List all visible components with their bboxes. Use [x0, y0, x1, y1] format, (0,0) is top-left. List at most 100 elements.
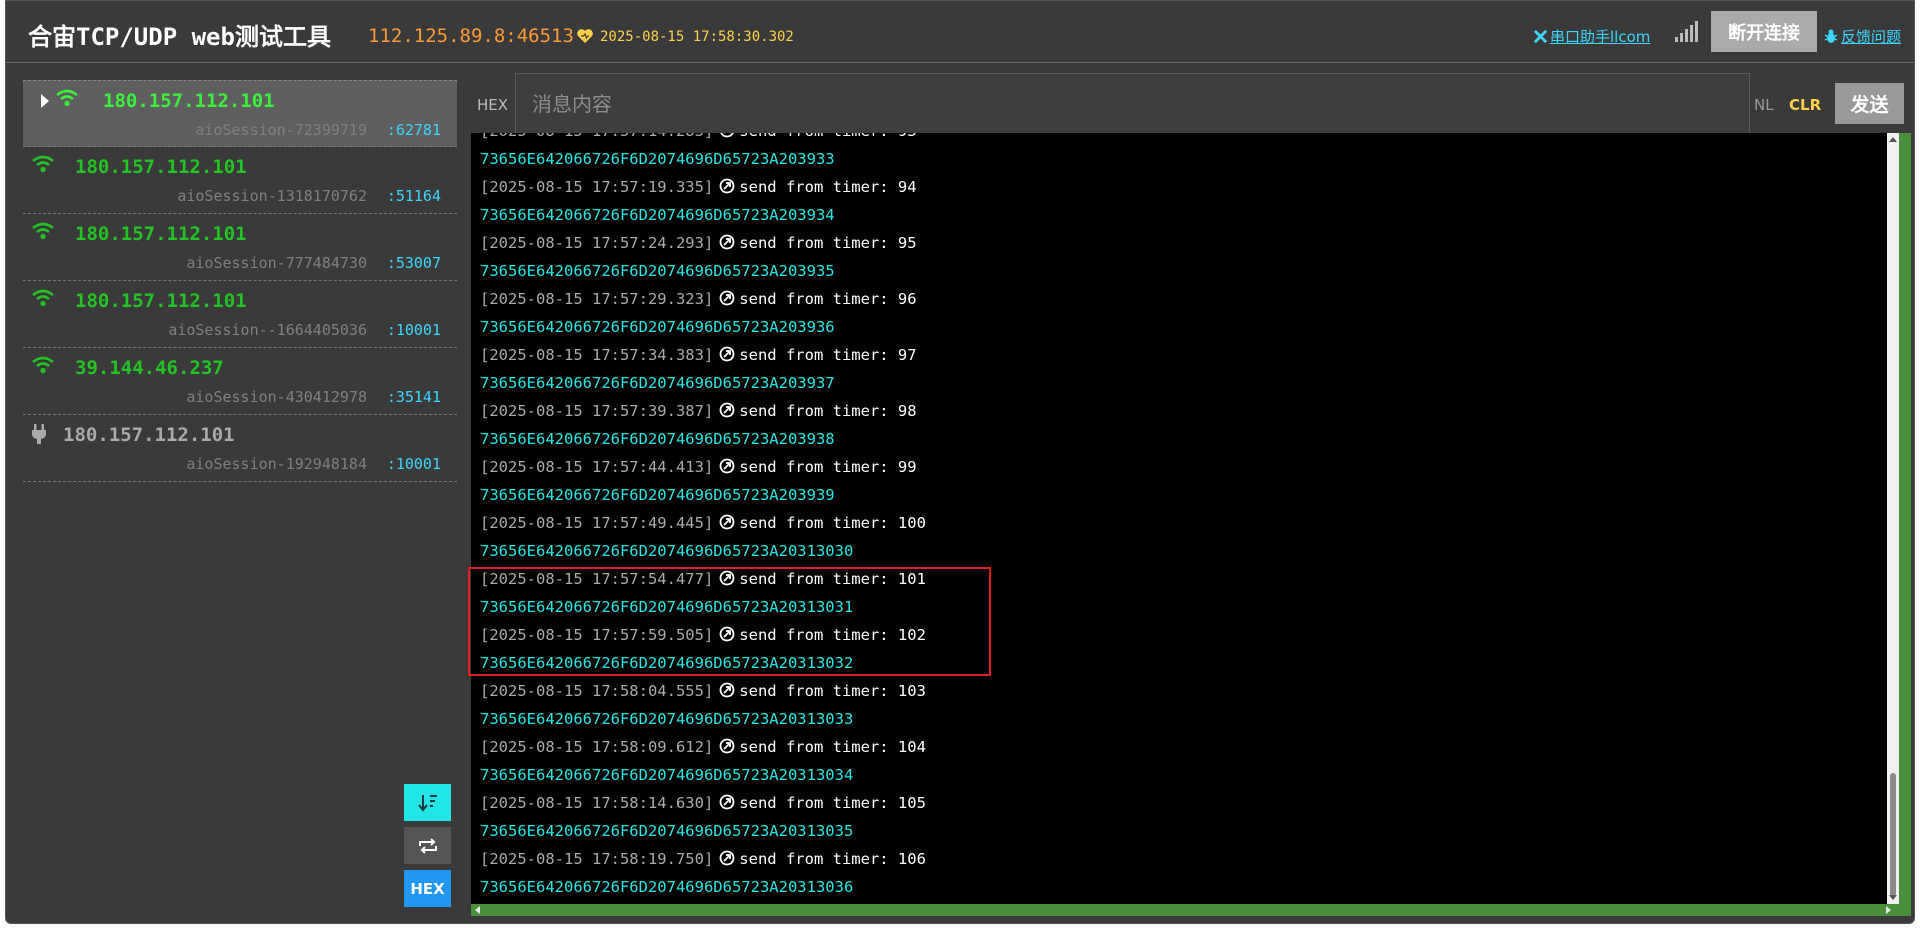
log-hex: 73656E642066726F6D2074696D65723A203935	[480, 262, 835, 280]
serial-assistant-label: 串口助手llcom	[1550, 28, 1651, 46]
session-id: aioSession-72399719	[195, 121, 367, 139]
log-message: send from timer: 96	[739, 290, 917, 308]
send-icon	[719, 567, 735, 586]
log-entry: [2025-08-15 17:57:49.445] send from timer…	[480, 509, 926, 537]
session-port: :10001	[386, 321, 441, 339]
log-timestamp: [2025-08-15 17:58:14.630]	[480, 794, 714, 812]
log-message: send from timer: 102	[739, 626, 926, 644]
repeat-button[interactable]	[404, 827, 451, 864]
feedback-link[interactable]: 反馈问题	[1824, 26, 1901, 47]
log-area[interactable]: [2025-08-15 17:57:14.283] send from timer…	[471, 133, 1899, 904]
serial-assistant-link[interactable]: 串口助手llcom	[1533, 26, 1650, 47]
wifi-icon	[32, 289, 54, 307]
log-hex: 73656E642066726F6D2074696D65723A20313033	[480, 710, 854, 728]
log-timestamp: [2025-08-15 17:58:19.750]	[480, 850, 714, 868]
feedback-label: 反馈问题	[1841, 28, 1902, 46]
log-hex: 73656E642066726F6D2074696D65723A20313034	[480, 766, 854, 784]
log-message: send from timer: 95	[739, 234, 917, 252]
repeat-icon	[418, 837, 437, 854]
log-hex: 73656E642066726F6D2074696D65723A203937	[480, 374, 835, 392]
send-icon	[719, 679, 735, 698]
log-message: send from timer: 101	[739, 570, 926, 588]
log-timestamp: [2025-08-15 17:57:24.293]	[480, 234, 714, 252]
send-icon	[719, 847, 735, 866]
session-port: :62781	[386, 121, 441, 139]
log-entry: [2025-08-15 17:58:19.750] send from timer…	[480, 845, 926, 873]
session-item[interactable]: 180.157.112.101 aioSession-192948184 :10…	[23, 415, 457, 482]
log-hex: 73656E642066726F6D2074696D65723A203938	[480, 430, 835, 448]
session-port: :35141	[386, 388, 441, 406]
log-entry: [2025-08-15 17:57:24.293] send from timer…	[480, 229, 926, 257]
log-message: send from timer: 93	[739, 133, 916, 140]
send-icon	[719, 343, 735, 362]
message-input[interactable]	[515, 73, 1750, 134]
log-entry: [2025-08-15 17:57:59.505] send from timer…	[480, 621, 926, 649]
log-message: send from timer: 106	[739, 850, 926, 868]
session-list: 180.157.112.101 aioSession-72399719 :627…	[23, 80, 457, 482]
log-entry: [2025-08-15 17:57:29.323] send from timer…	[480, 285, 926, 313]
log-timestamp: [2025-08-15 17:57:44.413]	[480, 458, 714, 476]
vertical-scrollbar[interactable]	[1887, 133, 1899, 904]
sort-icon	[417, 794, 437, 812]
log-list: [2025-08-15 17:57:14.283] send from timer…	[480, 133, 926, 901]
session-id: aioSession-777484730	[186, 254, 367, 272]
log-timestamp: [2025-08-15 17:57:29.323]	[480, 290, 714, 308]
tools-icon	[1533, 29, 1548, 44]
session-ip: 180.157.112.101	[75, 156, 247, 178]
log-timestamp: [2025-08-15 17:57:34.383]	[480, 346, 714, 364]
log-entry: [2025-08-15 17:57:39.387] send from timer…	[480, 397, 926, 425]
session-item[interactable]: 180.157.112.101 aioSession-72399719 :627…	[23, 80, 457, 147]
log-hex: 73656E642066726F6D2074696D65723A20313031	[480, 598, 854, 616]
log-hex: 73656E642066726F6D2074696D65723A20313035	[480, 822, 854, 840]
session-item[interactable]: 180.157.112.101 aioSession-777484730 :53…	[23, 214, 457, 281]
log-hex: 73656E642066726F6D2074696D65723A203934	[480, 206, 835, 224]
log-message: send from timer: 104	[739, 738, 926, 756]
log-timestamp: [2025-08-15 17:57:54.477]	[480, 570, 714, 588]
session-item[interactable]: 180.157.112.101 aioSession-1318170762 :5…	[23, 147, 457, 214]
hex-toggle[interactable]: HEX	[477, 96, 508, 114]
send-icon	[719, 133, 735, 138]
log-entry: [2025-08-15 17:58:09.612] send from timer…	[480, 733, 926, 761]
log-hex: 73656E642066726F6D2074696D65723A203936	[480, 318, 835, 336]
app-window: 合宙TCP/UDP web测试工具 112.125.89.8:46513 202…	[5, 0, 1915, 924]
plug-icon	[32, 424, 46, 444]
log-timestamp: [2025-08-15 17:58:09.612]	[480, 738, 714, 756]
scroll-up-icon[interactable]	[1889, 137, 1897, 142]
session-ip: 39.144.46.237	[75, 357, 224, 379]
log-entry: [2025-08-15 17:58:14.630] send from timer…	[480, 789, 926, 817]
session-item[interactable]: 180.157.112.101 aioSession--1664405036 :…	[23, 281, 457, 348]
signal-icon	[1675, 21, 1698, 42]
heart-icon	[577, 29, 593, 43]
send-button[interactable]: 发送	[1835, 83, 1904, 124]
newline-toggle[interactable]: NL	[1754, 96, 1774, 114]
log-timestamp: [2025-08-15 17:57:59.505]	[480, 626, 714, 644]
send-icon	[719, 231, 735, 250]
session-ip: 180.157.112.101	[63, 424, 235, 446]
scroll-right-icon[interactable]	[1886, 906, 1891, 914]
session-ip: 180.157.112.101	[103, 90, 275, 112]
session-port: :51164	[386, 187, 441, 205]
log-panel: [2025-08-15 17:57:14.283] send from timer…	[471, 133, 1911, 916]
send-icon	[719, 455, 735, 474]
session-item[interactable]: 39.144.46.237 aioSession-430412978 :3514…	[23, 348, 457, 415]
log-hex: 73656E642066726F6D2074696D65723A203933	[480, 150, 835, 168]
wifi-icon	[32, 222, 54, 240]
disconnect-button[interactable]: 断开连接	[1711, 11, 1817, 52]
wifi-icon	[56, 89, 78, 107]
session-id: aioSession-1318170762	[177, 187, 367, 205]
scroll-thumb[interactable]	[1890, 773, 1896, 897]
auto-scroll-button[interactable]	[404, 784, 451, 821]
scroll-left-icon[interactable]	[475, 906, 480, 914]
clear-button[interactable]: CLR	[1789, 96, 1821, 114]
wifi-icon	[32, 155, 54, 173]
app-title: 合宙TCP/UDP web测试工具	[28, 23, 331, 51]
log-message: send from timer: 103	[739, 682, 926, 700]
top-bar: 合宙TCP/UDP web测试工具 112.125.89.8:46513 202…	[6, 1, 1914, 63]
send-icon	[719, 735, 735, 754]
hex-mode-button[interactable]: HEX	[404, 870, 451, 907]
log-hex: 73656E642066726F6D2074696D65723A20313030	[480, 542, 854, 560]
scroll-down-icon[interactable]	[1889, 895, 1897, 900]
horizontal-scrollbar[interactable]	[471, 904, 1911, 916]
log-entry: [2025-08-15 17:57:34.383] send from timer…	[480, 341, 926, 369]
log-hex: 73656E642066726F6D2074696D65723A203939	[480, 486, 835, 504]
